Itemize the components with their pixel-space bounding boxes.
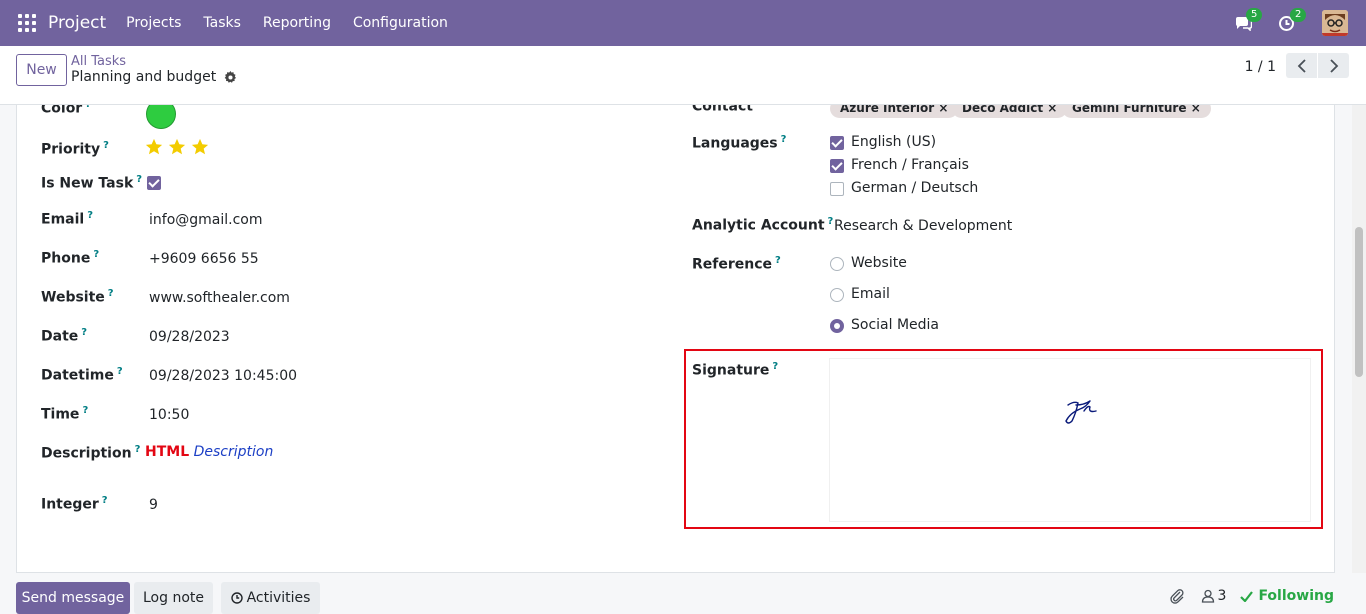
star-icon[interactable] (191, 138, 209, 156)
control-panel: New All Tasks Planning and budget 1 / 1 (0, 46, 1366, 105)
messages-systray[interactable]: 5 (1234, 8, 1263, 34)
following-label: Following (1258, 588, 1334, 604)
chevron-left-icon (1297, 58, 1306, 73)
is-new-task-checkbox[interactable] (147, 176, 161, 190)
time-field[interactable]: 10:50 (149, 407, 189, 423)
reference-website-label[interactable]: Website (851, 255, 907, 271)
signature-drawing (1065, 400, 1097, 424)
scrollbar-thumb[interactable] (1355, 227, 1363, 377)
followers-icon[interactable] (1201, 589, 1215, 603)
priority-stars[interactable] (145, 138, 209, 156)
contact-tag[interactable]: Deco Addict × (952, 105, 1068, 118)
user-avatar[interactable] (1322, 10, 1348, 36)
languages-label: Languages? (692, 134, 787, 152)
new-button[interactable]: New (16, 54, 67, 86)
apps-menu-icon[interactable] (18, 14, 36, 32)
description-field[interactable]: HTML Description (145, 444, 273, 460)
contact-tag[interactable]: Azure Interior × (830, 105, 959, 118)
activities-button[interactable]: Activities (221, 582, 320, 614)
analytic-account-label: Analytic Account? (692, 216, 834, 234)
priority-label: Priority? (41, 140, 109, 158)
reference-label: Reference? (692, 255, 781, 273)
language-english-label[interactable]: English (US) (851, 134, 936, 150)
analytic-account-field[interactable]: Research & Development (834, 218, 1012, 234)
app-name[interactable]: Project (48, 13, 106, 33)
check-icon (1240, 590, 1254, 602)
language-french-checkbox[interactable] (830, 159, 844, 173)
top-navbar: Project Projects Tasks Reporting Configu… (0, 0, 1366, 46)
date-label: Date? (41, 327, 88, 345)
phone-label: Phone? (41, 249, 100, 267)
reference-social-media-label[interactable]: Social Media (851, 317, 939, 333)
paperclip-icon[interactable] (1169, 588, 1185, 604)
language-english-checkbox[interactable] (830, 136, 844, 150)
date-field[interactable]: 09/28/2023 (149, 329, 230, 345)
record-title: Planning and budget (71, 69, 217, 85)
remove-tag-icon[interactable]: × (938, 105, 948, 115)
email-label: Email? (41, 210, 94, 228)
menu-reporting[interactable]: Reporting (263, 15, 331, 31)
website-label: Website? (41, 288, 114, 306)
activities-systray[interactable]: 2 (1278, 8, 1307, 34)
gear-icon[interactable] (224, 70, 237, 84)
followers-count[interactable]: 3 (1218, 588, 1227, 604)
chatter-bar: Send message Log note Activities 3 Follo… (0, 573, 1366, 614)
activities-label: Activities (246, 590, 311, 606)
breadcrumb-current: Planning and budget (71, 69, 237, 85)
signature-field[interactable] (829, 358, 1311, 522)
pager-next-button[interactable] (1318, 53, 1349, 78)
language-french-label[interactable]: French / Français (851, 157, 969, 173)
contact-label: Contact? (692, 105, 762, 115)
color-label: Color? (41, 105, 91, 117)
star-icon[interactable] (145, 138, 163, 156)
description-label: Description? (41, 444, 141, 462)
description-desc-word: Description (193, 444, 274, 460)
menu-configuration[interactable]: Configuration (353, 15, 448, 31)
description-html-word: HTML (145, 444, 190, 460)
reference-email-radio[interactable] (830, 288, 844, 302)
reference-social-media-radio[interactable] (830, 319, 844, 333)
clock-icon (230, 592, 243, 604)
pager-value[interactable]: 1 / 1 (1245, 59, 1276, 75)
is-new-task-label: Is New Task? (41, 174, 143, 192)
language-german-checkbox[interactable] (830, 182, 844, 196)
menu-tasks[interactable]: Tasks (203, 15, 241, 31)
log-note-button[interactable]: Log note (134, 582, 213, 614)
signature-highlight: Signature? (684, 349, 1323, 529)
form-view: Color? Priority? Is New Task? Email? inf… (0, 105, 1352, 573)
integer-label: Integer? (41, 495, 108, 513)
pager-previous-button[interactable] (1286, 53, 1317, 78)
breadcrumb-all-tasks[interactable]: All Tasks (71, 54, 126, 69)
chevron-right-icon (1329, 58, 1338, 73)
reference-website-radio[interactable] (830, 257, 844, 271)
chatter-actions: 3 Following (1169, 588, 1334, 604)
time-label: Time? (41, 405, 89, 423)
website-field[interactable]: www.softhealer.com (149, 290, 290, 306)
reference-email-label[interactable]: Email (851, 286, 890, 302)
messages-badge: 5 (1246, 8, 1263, 22)
remove-tag-icon[interactable]: × (1191, 105, 1201, 115)
star-icon[interactable] (168, 138, 186, 156)
datetime-label: Datetime? (41, 366, 123, 384)
phone-field[interactable]: +9609 6656 55 (149, 251, 259, 267)
language-german-label[interactable]: German / Deutsch (851, 180, 978, 196)
avatar-face-icon (1322, 10, 1348, 36)
menu-projects[interactable]: Projects (126, 15, 181, 31)
send-message-button[interactable]: Send message (16, 582, 130, 614)
email-field[interactable]: info@gmail.com (149, 212, 263, 228)
signature-label: Signature? (692, 361, 779, 379)
datetime-field[interactable]: 09/28/2023 10:45:00 (149, 368, 297, 384)
following-button[interactable]: Following (1240, 588, 1334, 604)
color-picker[interactable] (146, 105, 176, 129)
form-sheet: Color? Priority? Is New Task? Email? inf… (16, 105, 1335, 573)
integer-field[interactable]: 9 (149, 497, 158, 513)
form-scrollbar[interactable] (1352, 105, 1366, 573)
activities-badge: 2 (1290, 8, 1307, 22)
remove-tag-icon[interactable]: × (1047, 105, 1057, 115)
contact-tag[interactable]: Gemini Furniture × (1062, 105, 1211, 118)
